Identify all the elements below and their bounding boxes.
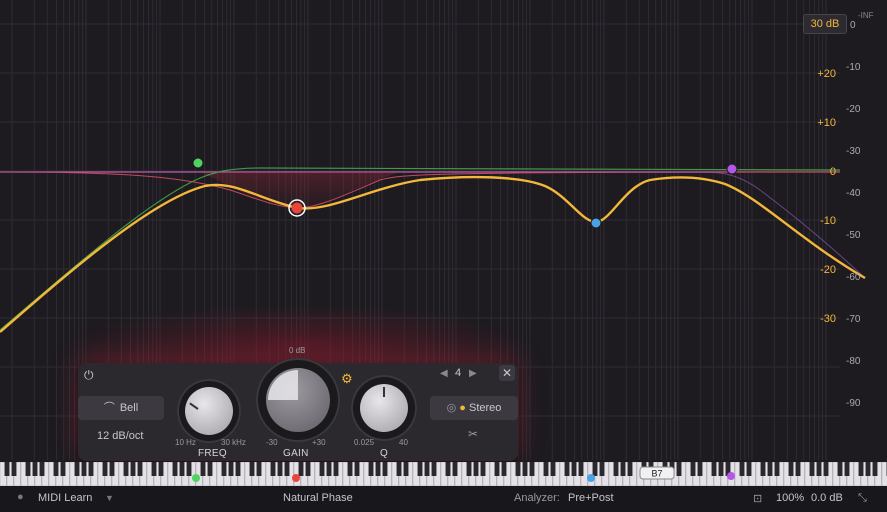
analyzer-label: Analyzer:: [514, 492, 560, 504]
midi-dropdown-icon[interactable]: ▼: [105, 493, 114, 503]
layout-icon[interactable]: ⊡: [753, 492, 762, 505]
midi-learn-button[interactable]: MIDI Learn: [38, 492, 92, 504]
stereo-dot-icon: ●: [459, 402, 466, 414]
band-number: 4: [455, 367, 462, 379]
resize-icon[interactable]: ⤡: [858, 492, 867, 505]
close-icon[interactable]: ✕: [499, 365, 515, 381]
band-node-green[interactable]: [192, 157, 204, 169]
band-power-icon[interactable]: ⏻: [84, 368, 98, 382]
gain-knob[interactable]: [256, 358, 340, 442]
display-range-button[interactable]: 30 dB: [803, 14, 847, 34]
shape-label: Bell: [119, 402, 139, 414]
freq-label: FREQ: [198, 448, 227, 459]
gain-tick-label: +20: [817, 68, 836, 80]
stereo-button[interactable]: ◎ ● Stereo: [430, 396, 518, 420]
gain-tick-label: -20: [820, 264, 836, 276]
gain-tick-label: -30: [820, 313, 836, 325]
stereo-label: Stereo: [468, 402, 502, 414]
q-max-label: 40: [399, 438, 408, 447]
q-label: Q: [380, 448, 389, 459]
output-gain-value[interactable]: 0.0 dB: [811, 492, 843, 504]
analyzer-tick-label: -70: [846, 314, 861, 325]
piano-keyboard[interactable]: B7: [0, 462, 887, 486]
key-marker-blue: [587, 474, 595, 482]
gain-min-label: -30: [266, 438, 278, 447]
key-marker-green: [192, 474, 200, 482]
q-knob[interactable]: [351, 375, 417, 441]
stereo-link-icon: ◎: [446, 402, 457, 414]
gain-scale-gear-icon[interactable]: ⚙: [341, 371, 353, 387]
prev-band-icon[interactable]: ◀: [440, 368, 448, 379]
freq-max-label: 30 kHz: [221, 438, 246, 447]
analyzer-mode-button[interactable]: Pre+Post: [568, 492, 614, 504]
band-node-blue[interactable]: [590, 217, 602, 229]
analyzer-tick-label: -30: [846, 146, 861, 157]
gain-max-label: +30: [312, 438, 326, 447]
slope-label[interactable]: 12 dB/oct: [97, 430, 143, 442]
phase-mode-button[interactable]: Natural Phase: [283, 492, 353, 504]
shape-button[interactable]: ⌒ Bell: [78, 396, 164, 420]
inf-label: -INF: [858, 11, 874, 20]
analyzer-tick-label: -80: [846, 356, 861, 367]
analyzer-tick-label: 0: [850, 20, 856, 31]
band-node-red[interactable]: [291, 202, 303, 214]
gain-top-label: 0 dB: [289, 346, 306, 355]
scissors-icon[interactable]: ✂: [468, 427, 478, 441]
q-min-label: 0.025: [354, 438, 375, 447]
analyzer-tick-label: -60: [846, 272, 861, 283]
key-marker-purple: [727, 472, 735, 480]
analyzer-tick-label: -20: [846, 104, 861, 115]
midi-dot-icon: ●: [17, 491, 24, 503]
analyzer-tick-label: -40: [846, 188, 861, 199]
freq-knob[interactable]: [177, 379, 241, 443]
analyzer-tick-label: -50: [846, 230, 861, 241]
analyzer-tick-label: -10: [846, 62, 861, 73]
status-bar: ● MIDI Learn ▼ Natural Phase Analyzer: P…: [0, 486, 887, 512]
band-control-panel: ⏻ ⌒ Bell 12 dB/oct 10 Hz 30 kHz FREQ 0 dB…: [78, 346, 518, 461]
freq-min-label: 10 Hz: [175, 438, 196, 447]
band-node-purple[interactable]: [726, 163, 738, 175]
gain-tick-label: -10: [820, 215, 836, 227]
next-band-icon[interactable]: ▶: [469, 368, 477, 379]
gain-label: GAIN: [283, 448, 309, 459]
zoom-button[interactable]: 100%: [776, 492, 804, 504]
gain-tick-label: +10: [817, 117, 836, 129]
key-marker-red: [292, 474, 300, 482]
analyzer-tick-label: -90: [846, 398, 861, 409]
bell-shape-icon: ⌒: [103, 402, 115, 414]
gain-tick-label: 0: [830, 166, 836, 178]
note-badge-label: B7: [651, 469, 662, 479]
